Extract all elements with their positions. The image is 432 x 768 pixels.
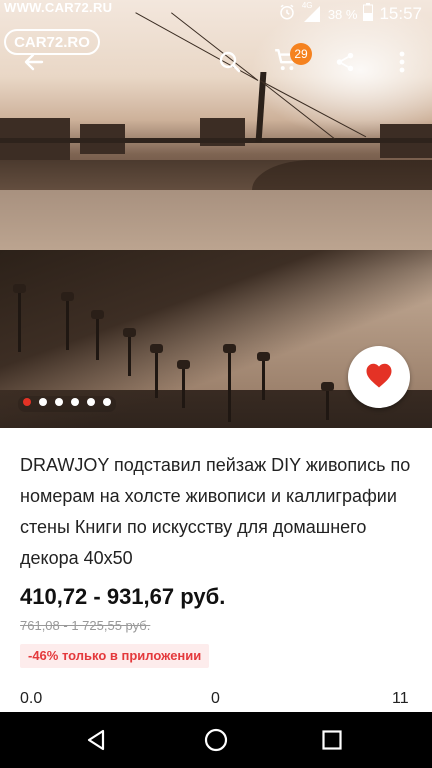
network-type: 4G	[301, 1, 313, 10]
heart-icon	[364, 361, 394, 394]
cart-count-badge: 29	[290, 43, 312, 65]
cart-button[interactable]: 29	[268, 43, 312, 80]
price-range: 410,72 - 931,67 руб.	[20, 584, 226, 609]
alarm-icon	[278, 3, 296, 25]
gallery-dot[interactable]	[39, 398, 47, 406]
gallery-dot[interactable]	[55, 398, 63, 406]
product-title: DRAWJOY подставил пейзаж DIY живопись по…	[20, 455, 411, 568]
battery-icon	[363, 3, 374, 25]
recents-square-icon[interactable]	[302, 712, 362, 768]
reviews-count[interactable]: 0	[211, 690, 220, 708]
home-circle-icon[interactable]	[186, 712, 246, 768]
old-price: 761,08 - 1 725,55 руб.	[20, 618, 151, 633]
gallery-pagination	[18, 396, 116, 412]
product-stats: 0.0 0 11	[0, 690, 432, 714]
status-bar: WWW.CAR72.RU CAR72.RO 4G 38 % 15:57	[0, 0, 432, 55]
top-toolbar: 29	[0, 40, 432, 84]
back-triangle-icon[interactable]	[66, 712, 126, 768]
orders-count[interactable]: 11	[392, 690, 409, 708]
system-nav-bar	[0, 712, 432, 768]
bridge-deck	[0, 138, 432, 143]
signal-icon: 4G	[302, 1, 322, 23]
back-arrow-icon[interactable]	[16, 44, 52, 80]
share-icon[interactable]	[327, 44, 363, 80]
gallery-dot[interactable]	[87, 398, 95, 406]
gallery-dot-active[interactable]	[23, 398, 31, 406]
rating-value[interactable]: 0.0	[20, 690, 42, 708]
search-icon[interactable]	[212, 44, 248, 80]
clock: 15:57	[379, 4, 422, 23]
battery-percent: 38 %	[327, 6, 358, 22]
watermark-text: WWW.CAR72.RU	[4, 0, 113, 15]
favorite-button[interactable]	[348, 346, 410, 408]
gallery-dot[interactable]	[103, 398, 111, 406]
app-discount-badge: -46% только в приложении	[20, 644, 210, 668]
more-vert-icon[interactable]	[384, 44, 420, 80]
gallery-dot[interactable]	[71, 398, 79, 406]
